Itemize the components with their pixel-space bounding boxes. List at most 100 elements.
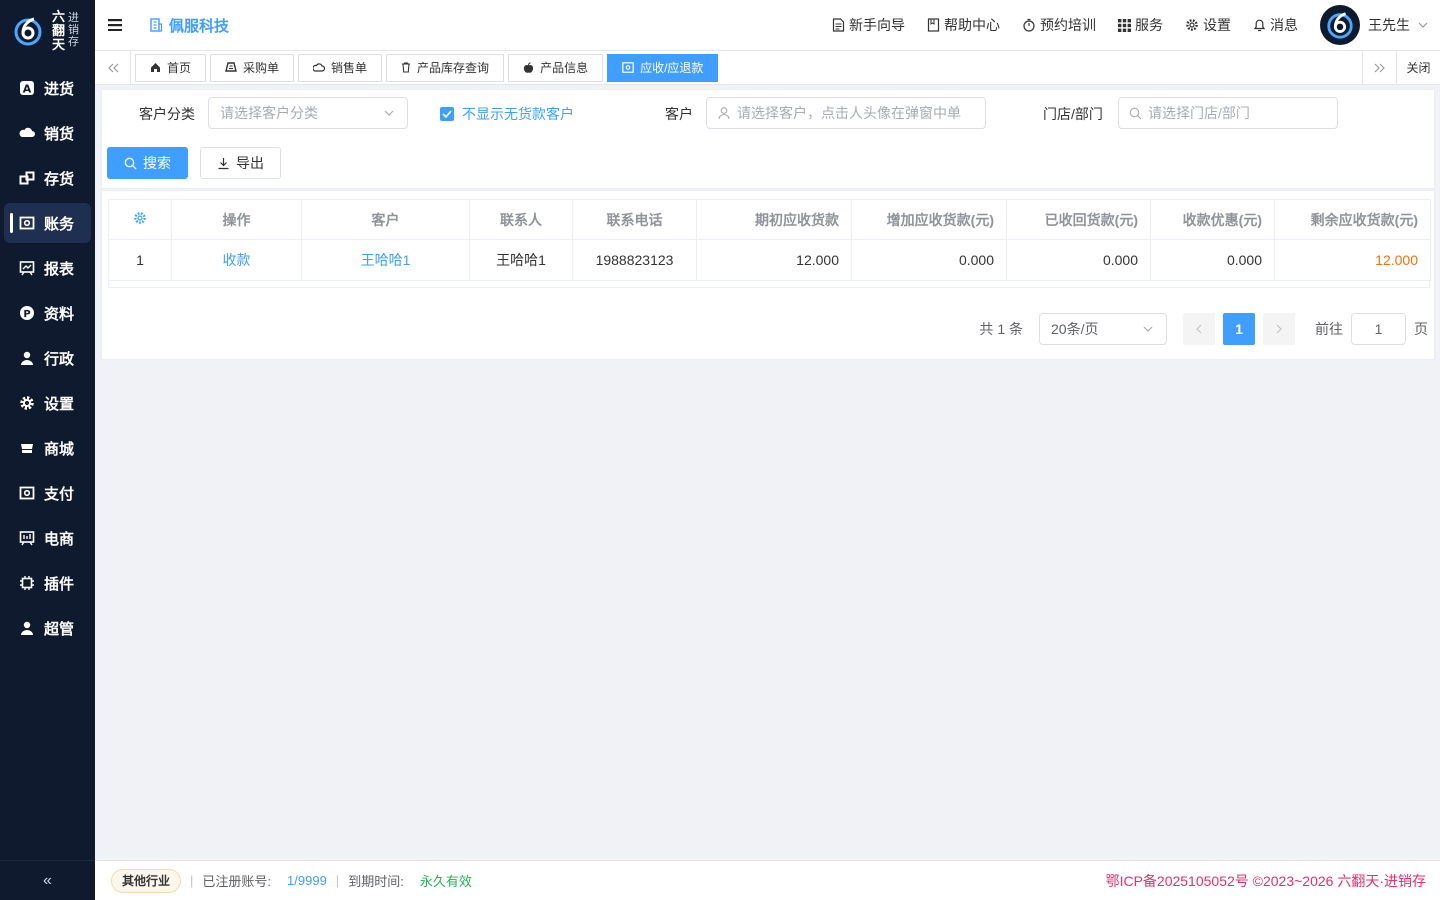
tab-stock-query[interactable]: 产品库存查询 <box>386 53 505 82</box>
footer: 其他行业 | 已注册账号: 1/9999 | 到期时间: 永久有效 鄂ICP备2… <box>95 860 1440 900</box>
contact-cell: 王哈哈1 <box>469 239 573 281</box>
hamburger-icon <box>108 19 122 31</box>
export-button[interactable]: 导出 <box>200 147 281 179</box>
training-link[interactable]: 预约培训 <box>1022 15 1096 35</box>
table-row: 1 收款 王哈哈1 王哈哈1 1988823123 12.000 0.000 0… <box>108 239 1431 281</box>
letter-p-icon: P <box>18 304 36 322</box>
tab-product-info[interactable]: 产品信息 <box>508 53 604 82</box>
customer-link[interactable]: 王哈哈1 <box>301 239 470 281</box>
expire-value: 永久有效 <box>419 874 472 889</box>
sidebar-item-settings[interactable]: 设置 <box>4 383 91 423</box>
bell-icon <box>1253 19 1266 32</box>
sidebar-item-admin-office[interactable]: 行政 <box>4 338 91 378</box>
icp-copyright[interactable]: 鄂ICP备2025105052号 ©2023~2026 六翻天·进销存 <box>1106 871 1426 891</box>
opening-receivable-cell: 12.000 <box>696 239 852 281</box>
next-page-button[interactable] <box>1263 313 1295 345</box>
chevron-down-icon <box>384 110 394 116</box>
sidebar-item-label: 电商 <box>44 530 75 548</box>
payment-icon <box>18 484 36 502</box>
ledger-icon <box>18 214 36 232</box>
sidebar-item-reports[interactable]: 报表 <box>4 248 91 288</box>
industry-badge: 其他行业 <box>111 868 182 893</box>
sidebar-item-purchase[interactable]: A 进货 <box>4 68 91 108</box>
sidebar-item-label: 进货 <box>44 80 75 98</box>
book-icon <box>927 18 940 32</box>
sidebar-item-label: 存货 <box>44 170 75 188</box>
close-tabs-button[interactable]: 关闭 <box>1396 50 1440 85</box>
sidebar-item-sales[interactable]: 销货 <box>4 113 91 153</box>
hide-zero-balance-checkbox[interactable]: 不显示无货款客户 <box>440 104 574 124</box>
goto-label: 前往 <box>1315 321 1343 337</box>
goto-page-input[interactable]: 1 <box>1351 313 1406 345</box>
customer-category-select[interactable]: 请选择客户分类 <box>208 97 408 129</box>
home-icon <box>151 63 160 72</box>
remaining-receivable-cell: 12.000 <box>1274 239 1431 281</box>
sidebar-item-label: 插件 <box>44 575 75 593</box>
sidebar-item-label: 账务 <box>44 215 75 233</box>
sidebar-item-payment[interactable]: 支付 <box>4 473 91 513</box>
column-header-added: 增加应收货款(元) <box>851 199 1007 240</box>
column-header-discount: 收款优惠(元) <box>1150 199 1275 240</box>
sidebar-item-superadmin[interactable]: 超管 <box>4 608 91 648</box>
store-department-input[interactable]: 请选择门店/部门 <box>1118 97 1338 129</box>
gear-icon <box>134 212 146 224</box>
tab-bar: 首页 采购单 销售单 产品库存查询 产品信息 应收/应退款 关闭 <box>95 50 1440 85</box>
sidebar-item-plugins[interactable]: 插件 <box>4 563 91 603</box>
column-header-contact: 联系人 <box>469 199 573 240</box>
chevron-right-icon <box>1276 324 1282 334</box>
brand-logo[interactable]: 六 翻 天 进 销 存 <box>0 0 95 62</box>
sidebar-item-mall[interactable]: 商城 <box>4 428 91 468</box>
search-icon <box>124 157 137 170</box>
menu-toggle-button[interactable] <box>95 0 135 51</box>
guide-link[interactable]: 新手向导 <box>832 15 905 35</box>
receivables-table: 操作 客户 联系人 联系电话 期初应收货款 增加应收货款(元) 已收回货款(元)… <box>108 199 1431 281</box>
sidebar-item-data[interactable]: P 资料 <box>4 293 91 333</box>
customer-search-input[interactable]: 请选择客户，点击人头像在弹窗中单 <box>706 97 986 129</box>
user-icon <box>18 349 36 367</box>
tabs-scroll-left-button[interactable] <box>95 50 131 85</box>
apple-icon <box>523 61 534 73</box>
row-index: 1 <box>108 239 172 281</box>
receive-payment-link[interactable]: 收款 <box>171 239 302 281</box>
checkmark-icon <box>440 107 454 121</box>
chevron-down-icon <box>1143 326 1153 332</box>
settings-link[interactable]: 设置 <box>1185 15 1231 35</box>
page-number-button[interactable]: 1 <box>1223 313 1255 345</box>
sidebar-item-label: 报表 <box>44 260 75 278</box>
help-center-link[interactable]: 帮助中心 <box>927 15 1000 35</box>
logo-swirl-icon <box>1327 12 1353 39</box>
tabs-scroll-right-button[interactable] <box>1362 50 1396 85</box>
page-size-select[interactable]: 20条/页 <box>1039 313 1167 345</box>
search-button[interactable]: 搜索 <box>107 147 188 179</box>
company-name[interactable]: 佩服科技 <box>149 15 229 36</box>
tab-purchase-order[interactable]: 采购单 <box>210 53 295 82</box>
gear-icon <box>1186 19 1198 31</box>
registered-accounts-value: 1/9999 <box>287 873 327 888</box>
cloud-outline-icon <box>313 63 326 72</box>
truck-icon <box>225 62 237 72</box>
user-menu[interactable]: 王先生 <box>1320 5 1428 45</box>
column-header-action: 操作 <box>171 199 302 240</box>
brand-name: 六 翻 天 <box>52 9 66 52</box>
tab-receivables[interactable]: 应收/应退款 <box>607 53 719 82</box>
tab-sales-order[interactable]: 销售单 <box>298 53 383 82</box>
grid-icon <box>1118 18 1131 32</box>
services-link[interactable]: 服务 <box>1118 15 1163 35</box>
phone-cell: 1988823123 <box>572 239 697 281</box>
sidebar-item-label: 商城 <box>44 440 75 458</box>
prev-page-button[interactable] <box>1183 313 1215 345</box>
sidebar-item-accounts[interactable]: 账务 <box>4 203 91 243</box>
sidebar-collapse-button[interactable]: « <box>0 860 95 900</box>
sidebar-item-inventory[interactable]: 存货 <box>4 158 91 198</box>
filter-panel: 客户分类 请选择客户分类 不显示无货款客户 客户 请选择客户，点击人头像在弹窗中… <box>101 89 1435 189</box>
messages-link[interactable]: 消息 <box>1253 15 1298 35</box>
svg-text:A: A <box>23 83 32 96</box>
cloud-icon <box>18 124 36 142</box>
ecommerce-icon <box>18 529 36 547</box>
registered-accounts-label: 已注册账号: <box>202 874 272 889</box>
column-settings-button[interactable] <box>108 199 172 240</box>
sidebar-item-ecommerce[interactable]: 电商 <box>4 518 91 558</box>
letter-a-icon: A <box>18 79 36 97</box>
tab-home[interactable]: 首页 <box>135 53 207 82</box>
expire-label: 到期时间: <box>348 874 404 889</box>
